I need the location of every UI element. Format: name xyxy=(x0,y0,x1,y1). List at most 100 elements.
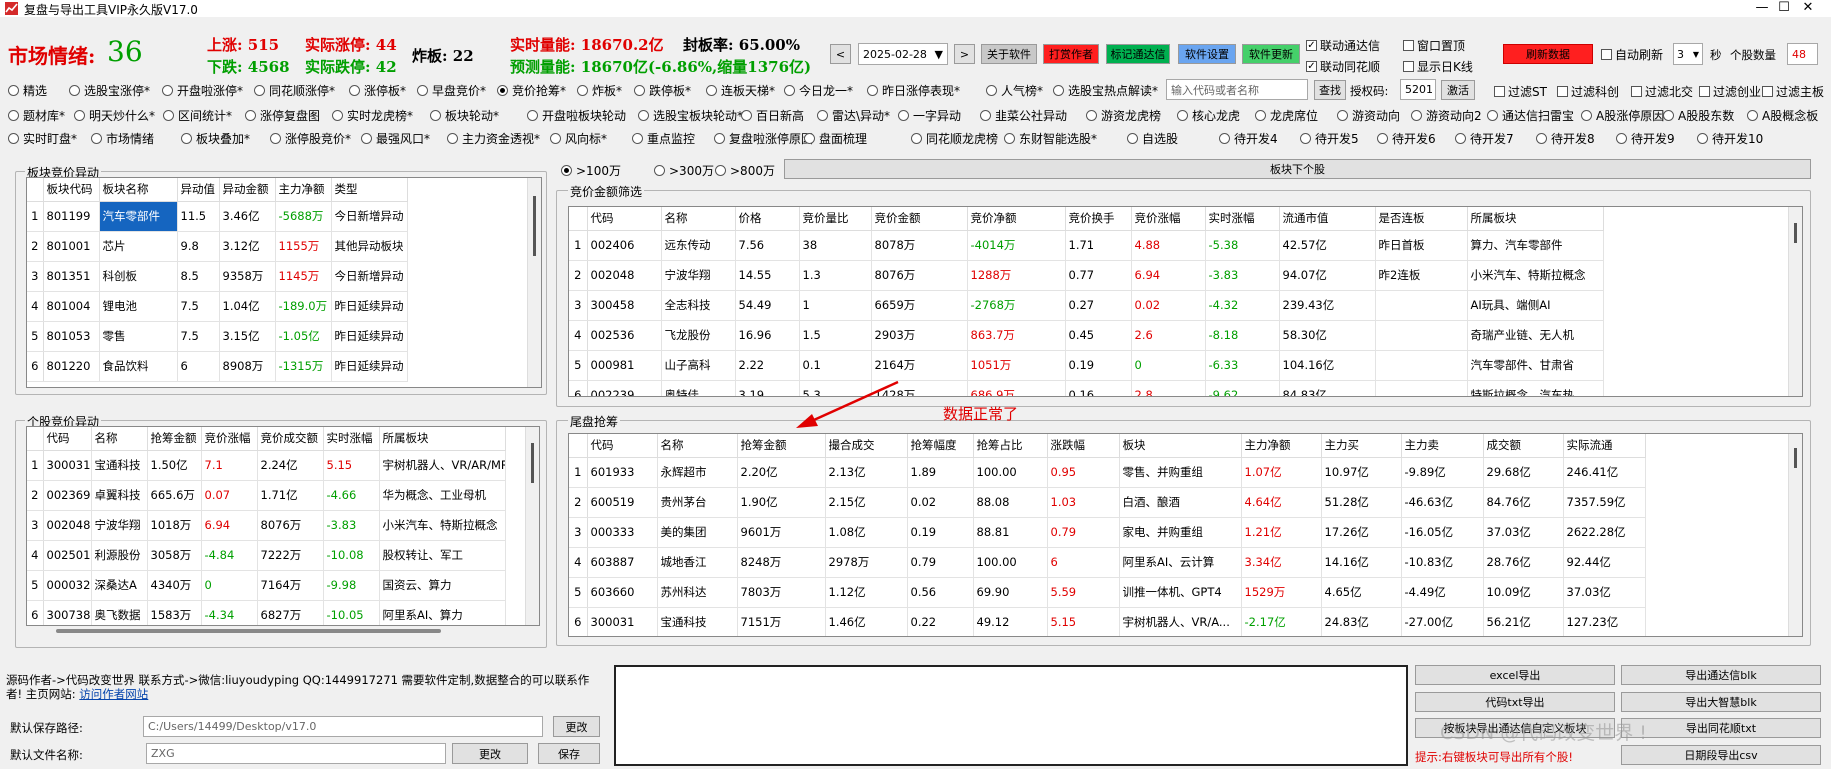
column-header[interactable] xyxy=(569,207,588,231)
amount-option-1[interactable]: >300万 xyxy=(654,162,714,179)
column-header[interactable]: 抢筹幅度 xyxy=(907,434,974,458)
sector-bid-table[interactable]: 板块代码 板块名称 异动值 异动金额 主力净额 类型 1 801199 汽车零部件 11.5 3.4… xyxy=(26,177,542,388)
row3-item-14[interactable]: 待开发5 xyxy=(1300,130,1359,147)
row2-item-15[interactable]: 游资动向 xyxy=(1337,107,1400,124)
tail-grab-table[interactable]: 代码 名称 抢筹金额 撮合成交 抢筹幅度 抢筹占比 涨跌幅 板块 主力净额 主力买 主力卖 成交额 实际… xyxy=(568,433,1803,637)
update-button[interactable]: 软件更新 xyxy=(1242,44,1300,64)
row3-item-4[interactable]: 最强风口* xyxy=(361,130,430,147)
row2-item-16[interactable]: 游资动向2 xyxy=(1411,107,1482,124)
column-header[interactable]: 价格 xyxy=(735,207,800,231)
filter-checkbox-4[interactable]: 过滤主板 xyxy=(1762,83,1824,100)
ths-txt-export-button[interactable]: 导出同花顺txt xyxy=(1621,718,1821,738)
table-row[interactable]: 1 300031 宝通科技 1.50亿 7.1 2.24亿 5.15 宇树机器人、VR/AR/… xyxy=(27,450,506,481)
filter-checkbox-3[interactable]: 过滤创业 xyxy=(1699,83,1761,100)
column-header[interactable] xyxy=(569,434,588,458)
author-website-link[interactable]: 访问作者网站 xyxy=(79,687,148,701)
row1-item-9[interactable]: 连板天梯* xyxy=(706,82,775,99)
about-button[interactable]: 关于软件 xyxy=(981,44,1037,64)
table-row[interactable]: 4 002501 利源股份 3058万 -4.84 7222万 -10.08 股权转让、军工 xyxy=(27,540,506,571)
row2-item-2[interactable]: 区间统计* xyxy=(163,107,232,124)
row1-item-11[interactable]: 昨日涨停表现* xyxy=(867,82,960,99)
row3-item-2[interactable]: 板块叠加* xyxy=(181,130,250,147)
search-button[interactable]: 查找 xyxy=(1314,80,1346,100)
stock-bid-table[interactable]: 代码 名称 抢筹金额 竞价涨幅 竞价成交额 实时涨幅 所属板块 1 300031 宝通科技 1.50… xyxy=(26,426,540,626)
row2-item-20[interactable]: A股概念板 xyxy=(1747,107,1818,124)
auto-refresh-checkbox[interactable]: 自动刷新 xyxy=(1601,46,1663,63)
window-top-checkbox[interactable]: 窗口置顶 xyxy=(1403,37,1465,54)
change-name-button[interactable]: 更改 xyxy=(452,743,528,764)
donate-button[interactable]: 打赏作者 xyxy=(1043,44,1099,64)
row1-item-7[interactable]: 炸板* xyxy=(577,82,622,99)
row2-item-7[interactable]: 选股宝板块轮动* xyxy=(638,107,743,124)
column-header[interactable]: 竞价净额 xyxy=(967,207,1066,231)
change-path-button[interactable]: 更改 xyxy=(553,716,600,737)
dzh-blk-export-button[interactable]: 导出大智慧blk xyxy=(1621,692,1821,712)
column-header[interactable]: 撮合成交 xyxy=(825,434,908,458)
row3-item-9[interactable]: 盘面梳理 xyxy=(804,130,867,147)
prev-date-button[interactable]: < xyxy=(830,44,851,64)
column-header[interactable]: 竞价涨幅 xyxy=(201,427,258,451)
table-row[interactable]: 5 801053 零售 7.5 3.15亿 -1.05亿 昨日延续异动 xyxy=(27,321,408,352)
refresh-data-button[interactable]: 刷新数据 xyxy=(1503,44,1593,64)
column-header[interactable]: 板块名称 xyxy=(99,178,178,202)
table-row[interactable]: 5 603660 苏州科达 7803万 1.12亿 0.56 69.90 5.59 训推一体机、… xyxy=(569,577,1646,608)
column-header[interactable]: 名称 xyxy=(91,427,148,451)
column-header[interactable]: 主力净额 xyxy=(275,178,332,202)
stock-count-input[interactable]: 48 xyxy=(1787,43,1818,65)
row3-item-0[interactable]: 实时盯盘* xyxy=(8,130,77,147)
table-row[interactable]: 3 300458 全志科技 54.49 1 6659万 -2768万 0.27 0.02 -4.3… xyxy=(569,290,1604,321)
row2-item-1[interactable]: 明天炒什么* xyxy=(74,107,155,124)
table-row[interactable]: 6 300738 奥飞数据 1583万 -4.34 6827万 -10.05 阿里系AI、算力 xyxy=(27,600,506,625)
row3-item-6[interactable]: 风向标* xyxy=(550,130,607,147)
column-header[interactable]: 主力净额 xyxy=(1241,434,1322,458)
save-button[interactable]: 保存 xyxy=(538,743,600,764)
interval-select[interactable]: 3 ▼ xyxy=(1673,43,1703,65)
date-picker[interactable]: 2025-02-28 ▼ xyxy=(858,43,948,65)
filter-checkbox-2[interactable]: 过滤北交 xyxy=(1631,83,1693,100)
tdx-blk-export-button[interactable]: 导出通达信blk xyxy=(1621,665,1821,685)
row1-item-6[interactable]: 竞价抢筹* xyxy=(497,82,566,99)
column-header[interactable]: 代码 xyxy=(43,427,92,451)
row2-item-10[interactable]: 一字异动 xyxy=(898,107,961,124)
table-row[interactable]: 4 002536 飞龙股份 16.96 1.5 2903万 863.7万 0.45 2.6 -8.… xyxy=(569,320,1604,351)
auth-code-input[interactable]: 5201 xyxy=(1400,79,1436,100)
row2-item-11[interactable]: 韭菜公社异动 xyxy=(980,107,1067,124)
link-tdx-checkbox[interactable]: ✓ 联动通达信 xyxy=(1306,37,1380,54)
bid-amount-table[interactable]: 代码 名称 价格 竞价量比 竞价金额 竞价净额 竞价换手 竞价涨幅 实时涨幅 流通市值 是否连板 所属… xyxy=(568,206,1803,397)
column-header[interactable]: 抢筹金额 xyxy=(147,427,202,451)
row3-item-11[interactable]: 东财智能选股* xyxy=(1004,130,1097,147)
bid-scrollbar[interactable] xyxy=(1788,207,1802,396)
save-path-input[interactable]: C:/Users/14499/Desktop/v17.0 xyxy=(143,716,543,737)
amount-option-2[interactable]: >800万 xyxy=(715,162,775,179)
table-row[interactable]: 3 801351 科创板 8.5 9358万 1145万 今日新增异动 xyxy=(27,261,408,292)
column-header[interactable]: 抢筹金额 xyxy=(737,434,826,458)
row3-item-1[interactable]: 市场情绪 xyxy=(91,130,154,147)
table-row[interactable]: 5 000981 山子高科 2.22 0.1 2164万 1051万 0.19 0 -6.33 10… xyxy=(569,350,1604,381)
show-daily-checkbox[interactable]: 显示日K线 xyxy=(1403,58,1473,75)
row3-item-12[interactable]: 自选股 xyxy=(1127,130,1178,147)
row2-item-12[interactable]: 游资龙虎榜 xyxy=(1086,107,1161,124)
row1-item-13[interactable]: 选股宝热点解读* xyxy=(1053,82,1158,99)
column-header[interactable]: 名称 xyxy=(657,434,738,458)
date-range-csv-export-button[interactable]: 日期段导出csv xyxy=(1621,745,1821,765)
column-header[interactable]: 竞价换手 xyxy=(1065,207,1132,231)
log-output-box[interactable] xyxy=(614,665,1408,766)
row2-item-5[interactable]: 板块轮动* xyxy=(430,107,499,124)
file-name-input[interactable]: ZXG xyxy=(146,743,446,764)
column-header[interactable]: 主力买 xyxy=(1321,434,1402,458)
sector-stocks-button[interactable]: 板块下个股 xyxy=(784,159,1811,179)
tail-scrollbar[interactable] xyxy=(1788,434,1802,636)
row1-item-12[interactable]: 人气榜* xyxy=(986,82,1043,99)
table-row[interactable]: 5 000032 深桑达A 4340万 0 7164万 -9.98 国资云、算力 xyxy=(27,570,506,601)
link-ths-checkbox[interactable]: ✓ 联动同花顺 xyxy=(1306,58,1380,75)
row1-item-2[interactable]: 开盘啦涨停* xyxy=(162,82,243,99)
row2-item-4[interactable]: 实时龙虎榜* xyxy=(332,107,413,124)
row1-item-10[interactable]: 今日龙一* xyxy=(784,82,853,99)
row2-item-17[interactable]: 通达信扫雷宝 xyxy=(1487,107,1574,124)
table-row[interactable]: 2 600519 贵州茅台 1.90亿 2.15亿 0.02 88.08 1.03 白酒、酿酒 4… xyxy=(569,487,1646,518)
column-header[interactable]: 是否连板 xyxy=(1375,207,1468,231)
row2-item-3[interactable]: 涨停复盘图 xyxy=(245,107,320,124)
filter-checkbox-1[interactable]: 过滤科创 xyxy=(1557,83,1619,100)
row3-item-3[interactable]: 涨停股竞价* xyxy=(270,130,351,147)
column-header[interactable] xyxy=(27,427,44,451)
